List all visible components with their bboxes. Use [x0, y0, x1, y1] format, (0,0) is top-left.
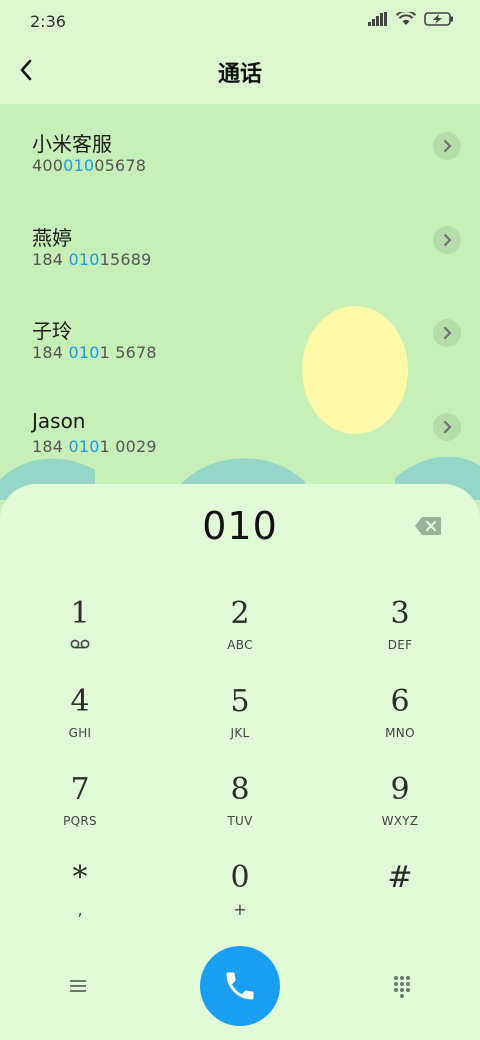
battery-charging-icon — [424, 12, 453, 26]
key-3[interactable]: 3 DEF — [340, 596, 460, 676]
key-letters: JKL — [230, 726, 250, 740]
key-hash[interactable]: # — [340, 860, 460, 940]
key-digit: * — [72, 860, 88, 895]
contact-name: 子玲 — [32, 319, 72, 343]
status-bar: 2:36 — [0, 0, 480, 44]
number-match: 010 — [68, 343, 100, 362]
contact-name: 燕婷 — [32, 226, 72, 250]
key-digit: 4 — [70, 684, 90, 719]
voicemail-icon — [70, 639, 90, 649]
contact-detail-button[interactable] — [433, 413, 461, 441]
key-0[interactable]: 0 + — [180, 860, 300, 940]
key-letters: ABC — [227, 638, 253, 652]
key-5[interactable]: 5 JKL — [180, 684, 300, 764]
key-digit: 9 — [390, 772, 410, 807]
wifi-icon — [396, 12, 416, 25]
contact-number: 184 0101 5678 — [32, 343, 157, 362]
key-digit: 0 — [230, 860, 250, 895]
number-match: 010 — [63, 156, 95, 175]
key-star[interactable]: * , — [20, 860, 140, 940]
key-4[interactable]: 4 GHI — [20, 684, 140, 764]
status-icons — [368, 12, 454, 26]
contact-detail-button[interactable] — [433, 319, 461, 347]
contact-item[interactable]: 燕婷 184 01015689 — [0, 222, 480, 308]
key-7[interactable]: 7 PQRS — [20, 772, 140, 852]
key-letters: TUV — [227, 814, 253, 828]
contact-item[interactable]: 小米客服 40001005678 — [0, 128, 480, 214]
key-letters: PQRS — [63, 814, 97, 828]
contact-number: 40001005678 — [32, 156, 146, 175]
contact-detail-button[interactable] — [433, 132, 461, 160]
number-match: 010 — [68, 250, 100, 269]
header: 通话 — [0, 44, 480, 104]
key-letters: DEF — [387, 638, 413, 652]
key-2[interactable]: 2 ABC — [180, 596, 300, 676]
contact-detail-button[interactable] — [433, 226, 461, 254]
page-title: 通话 — [217, 62, 262, 87]
number-prefix: 184 — [32, 250, 69, 269]
chevron-right-icon — [444, 140, 452, 152]
contact-item[interactable]: 子玲 184 0101 5678 — [0, 315, 480, 401]
key-1[interactable]: 1 — [20, 596, 140, 676]
key-digit: # — [387, 860, 413, 895]
number-suffix: 05678 — [94, 156, 147, 175]
signal-icon — [368, 12, 387, 26]
chevron-right-icon — [444, 234, 452, 246]
number-suffix: 15689 — [99, 250, 152, 269]
key-letters: GHI — [68, 726, 92, 740]
number-suffix: 1 5678 — [99, 343, 157, 362]
contact-name: Jason — [32, 409, 86, 433]
dialpad-icon[interactable] — [390, 974, 414, 998]
key-digit: 6 — [390, 684, 410, 719]
status-time: 2:36 — [30, 12, 66, 31]
backspace-icon[interactable] — [414, 516, 442, 536]
key-sub: + — [233, 900, 247, 919]
key-letters: MNO — [385, 726, 415, 740]
key-digit: 7 — [70, 772, 90, 807]
chevron-right-icon — [444, 421, 452, 433]
contact-name: 小米客服 — [32, 132, 112, 156]
call-button[interactable] — [200, 946, 280, 1026]
dialed-number[interactable]: 010 — [0, 504, 480, 548]
key-sub: , — [77, 900, 83, 919]
key-digit: 1 — [70, 596, 90, 631]
number-prefix: 184 — [32, 343, 69, 362]
key-digit: 5 — [230, 684, 250, 719]
key-letters: WXYZ — [381, 814, 419, 828]
menu-icon[interactable] — [66, 974, 90, 998]
key-8[interactable]: 8 TUV — [180, 772, 300, 852]
key-digit: 8 — [230, 772, 250, 807]
key-9[interactable]: 9 WXYZ — [340, 772, 460, 852]
phone-icon — [226, 972, 254, 1000]
chevron-right-icon — [444, 327, 452, 339]
key-digit: 2 — [230, 596, 250, 631]
key-digit: 3 — [390, 596, 410, 631]
number-prefix: 400 — [32, 156, 64, 175]
contact-number: 184 01015689 — [32, 250, 151, 269]
key-6[interactable]: 6 MNO — [340, 684, 460, 764]
dialer-panel: 010 1 2 ABC 3 DEF 4 GHI 5 JKL 6 MNO 7 PQ… — [0, 484, 480, 1040]
